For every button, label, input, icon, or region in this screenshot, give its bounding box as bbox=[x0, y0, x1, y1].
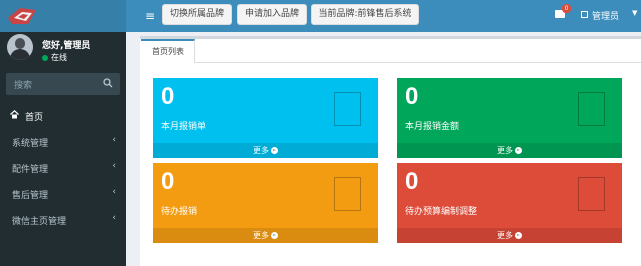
stat-icon bbox=[334, 177, 361, 211]
apply-join-brand-button[interactable]: 申请加入品牌 bbox=[237, 4, 307, 25]
stat-card-monthly-claims: 0 本月报销单 更多 bbox=[153, 78, 378, 158]
stat-value: 0 bbox=[161, 168, 175, 195]
online-status-icon bbox=[42, 55, 48, 61]
sidebar-item-label: 系统管理 bbox=[12, 139, 49, 149]
search-icon[interactable] bbox=[103, 78, 113, 88]
sidebar-item-wechat[interactable]: 微信主页管理 ‹ bbox=[0, 208, 126, 232]
sidebar-item-system[interactable]: 系统管理 ‹ bbox=[0, 130, 126, 154]
sidebar: 您好,管理员 在线 搜索 首页 系统管理 ‹ 配件管理 ‹ 售后管理 ‹ 微信主… bbox=[0, 32, 126, 266]
stat-value: 0 bbox=[405, 83, 419, 110]
current-brand-button[interactable]: 当前品牌:前锋售后系统 bbox=[311, 4, 419, 25]
search-placeholder: 搜索 bbox=[14, 81, 33, 91]
online-status-text: 在线 bbox=[51, 53, 67, 62]
chevron-left-icon: ‹ bbox=[112, 135, 116, 145]
search-input[interactable]: 搜索 bbox=[6, 73, 120, 95]
stat-card-pending-budget: 0 待办预算编制调整 更多 bbox=[397, 163, 622, 243]
stat-icon bbox=[334, 92, 361, 126]
stat-label: 待办报销 bbox=[161, 207, 198, 217]
logo-mark-icon bbox=[8, 8, 36, 24]
avatar bbox=[7, 34, 33, 60]
stat-icon bbox=[578, 177, 605, 211]
stat-label: 待办预算编制调整 bbox=[405, 207, 478, 217]
logo[interactable] bbox=[0, 0, 126, 32]
arrow-circle-right-icon bbox=[271, 232, 278, 239]
sidebar-item-home[interactable]: 首页 bbox=[0, 104, 126, 128]
sidebar-item-parts[interactable]: 配件管理 ‹ bbox=[0, 156, 126, 180]
stat-card-pending-claims: 0 待办报销 更多 bbox=[153, 163, 378, 243]
home-icon bbox=[10, 110, 19, 119]
arrow-circle-right-icon bbox=[515, 147, 522, 154]
more-link[interactable]: 更多 bbox=[397, 143, 622, 158]
stat-label: 本月报销金额 bbox=[405, 122, 460, 132]
sidebar-toggle-icon[interactable]: ≡ bbox=[145, 8, 157, 24]
caret-down-icon[interactable]: ▼ bbox=[632, 9, 637, 17]
user-icon[interactable] bbox=[581, 11, 588, 18]
more-link[interactable]: 更多 bbox=[153, 143, 378, 158]
arrow-circle-right-icon bbox=[515, 232, 522, 239]
chevron-left-icon: ‹ bbox=[112, 161, 116, 171]
stat-value: 0 bbox=[405, 168, 419, 195]
sidebar-item-aftersales[interactable]: 售后管理 ‹ bbox=[0, 182, 126, 206]
sidebar-item-label: 售后管理 bbox=[12, 191, 49, 201]
tab-divider bbox=[195, 62, 641, 63]
user-greeting: 您好,管理员 bbox=[42, 41, 91, 51]
switch-brand-button[interactable]: 切换所属品牌 bbox=[162, 4, 232, 25]
tab-home-list[interactable]: 首页列表 bbox=[141, 39, 195, 63]
user-menu-label[interactable]: 管理员 bbox=[592, 9, 619, 22]
mail-count-badge: 0 bbox=[562, 4, 571, 13]
chevron-left-icon: ‹ bbox=[112, 213, 116, 223]
stat-icon bbox=[578, 92, 605, 126]
chevron-left-icon: ‹ bbox=[112, 187, 116, 197]
sidebar-item-label: 微信主页管理 bbox=[12, 217, 67, 227]
stat-card-monthly-amount: 0 本月报销金额 更多 bbox=[397, 78, 622, 158]
sidebar-item-label: 配件管理 bbox=[12, 165, 49, 175]
arrow-circle-right-icon bbox=[271, 147, 278, 154]
more-link[interactable]: 更多 bbox=[153, 228, 378, 243]
stat-label: 本月报销单 bbox=[161, 122, 207, 132]
tab-label: 首页列表 bbox=[152, 47, 184, 56]
more-link[interactable]: 更多 bbox=[397, 228, 622, 243]
sidebar-item-label: 首页 bbox=[25, 113, 44, 123]
stat-value: 0 bbox=[161, 83, 175, 110]
